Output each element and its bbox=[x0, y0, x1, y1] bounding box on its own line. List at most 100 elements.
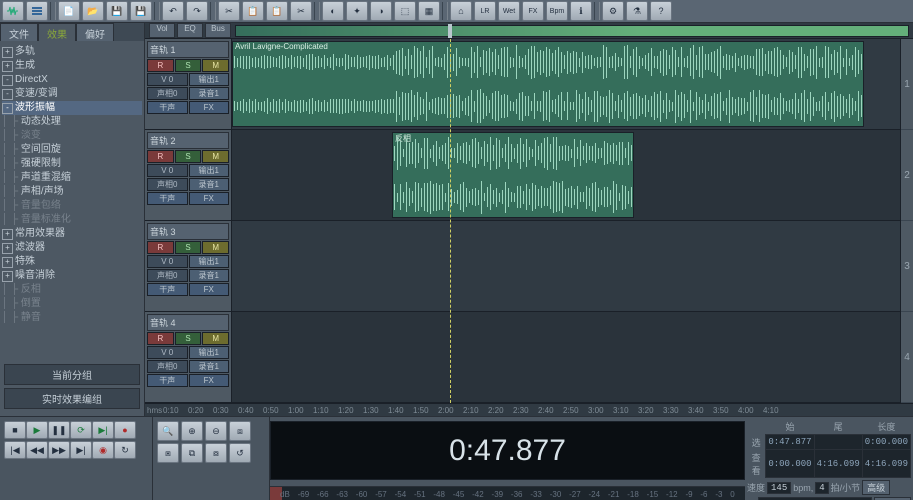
undo-icon[interactable]: ↶ bbox=[162, 1, 184, 21]
dry-chip[interactable]: 干声 bbox=[147, 192, 188, 205]
record-arm-button[interactable]: ◉ bbox=[92, 441, 114, 459]
paste-icon[interactable]: 📋 bbox=[242, 1, 264, 21]
track-lanes[interactable]: Avril Lavigne-Complicated反相 bbox=[232, 39, 900, 403]
tool-4-icon[interactable]: ⬚ bbox=[394, 1, 416, 21]
mute-chip[interactable]: M bbox=[202, 241, 229, 254]
tree-item[interactable]: │ ├ 淡变 bbox=[2, 129, 142, 143]
track-title[interactable]: 音轨 1 bbox=[147, 41, 229, 58]
tool-3-icon[interactable]: ◑ bbox=[370, 1, 392, 21]
rec-src-chip[interactable]: 录音1 bbox=[189, 269, 230, 282]
advanced-button[interactable]: 高级 bbox=[862, 480, 890, 495]
time-ruler[interactable]: hms0:100:200:300:400:501:001:101:201:301… bbox=[145, 403, 913, 416]
fx-chip[interactable]: FX bbox=[189, 283, 230, 296]
track-lane[interactable]: Avril Lavigne-Complicated bbox=[232, 39, 900, 130]
view-length[interactable]: 4:16.099 bbox=[862, 450, 910, 478]
volume-chip[interactable]: V 0 bbox=[147, 164, 188, 177]
stop-button[interactable]: ■ bbox=[4, 421, 26, 439]
zoom-full-icon[interactable]: ⧈ bbox=[229, 421, 251, 441]
sel-length[interactable]: 0:00.000 bbox=[862, 435, 910, 450]
mute-chip[interactable]: M bbox=[202, 59, 229, 72]
copy-icon[interactable]: ✂ bbox=[218, 1, 240, 21]
pan-chip[interactable]: 声相0 bbox=[147, 269, 188, 282]
loop-button[interactable]: ↻ bbox=[114, 441, 136, 459]
tab-file[interactable]: 文件 bbox=[0, 23, 38, 41]
master-bus-button[interactable]: Bus bbox=[205, 23, 231, 38]
track-title[interactable]: 音轨 4 bbox=[147, 314, 229, 331]
zoom-reset-icon[interactable]: ↺ bbox=[229, 443, 251, 463]
tool-2-icon[interactable]: ✦ bbox=[346, 1, 368, 21]
view-begin[interactable]: 0:00.000 bbox=[766, 450, 814, 478]
tree-item[interactable]: │ ├ 静音 bbox=[2, 311, 142, 325]
group-current-button[interactable]: 当前分组 bbox=[4, 364, 140, 385]
track-lane[interactable] bbox=[232, 221, 900, 312]
master-vol-button[interactable]: Vol bbox=[149, 23, 175, 38]
effects-tree[interactable]: +多轨+生成-DirectX-变速/变调-波形振幅│ ├ 动态处理│ ├ 淡变│… bbox=[0, 41, 144, 360]
mute-chip[interactable]: M bbox=[202, 150, 229, 163]
waveform-view-icon[interactable] bbox=[2, 1, 24, 21]
redo-icon[interactable]: ↷ bbox=[186, 1, 208, 21]
play-loop-button[interactable]: ⟳ bbox=[70, 421, 92, 439]
help-icon[interactable]: ? bbox=[650, 1, 672, 21]
zoom-in-right-icon[interactable]: ⧇ bbox=[205, 443, 227, 463]
btn-fx-icon[interactable]: FX bbox=[522, 1, 544, 21]
new-file-icon[interactable]: 📄 bbox=[58, 1, 80, 21]
tree-item[interactable]: │ ├ 动态处理 bbox=[2, 115, 142, 129]
realtime-fx-group-button[interactable]: 实时效果编组 bbox=[4, 388, 140, 409]
rewind-button[interactable]: ◀◀ bbox=[26, 441, 48, 459]
fx-chip[interactable]: FX bbox=[189, 101, 230, 114]
track-title[interactable]: 音轨 3 bbox=[147, 223, 229, 240]
solo-chip[interactable]: S bbox=[175, 332, 202, 345]
tree-item[interactable]: +常用效果器 bbox=[2, 227, 142, 241]
pause-button[interactable]: ❚❚ bbox=[48, 421, 70, 439]
output-chip[interactable]: 输出1 bbox=[189, 346, 230, 359]
pan-chip[interactable]: 声相0 bbox=[147, 178, 188, 191]
go-start-button[interactable]: |◀ bbox=[4, 441, 26, 459]
view-end[interactable]: 4:16.099 bbox=[814, 450, 862, 478]
record-arm-chip[interactable]: R bbox=[147, 59, 174, 72]
output-chip[interactable]: 输出1 bbox=[189, 73, 230, 86]
tree-item[interactable]: │ ├ 反相 bbox=[2, 283, 142, 297]
tree-item[interactable]: -波形振幅 bbox=[2, 101, 142, 115]
tree-item[interactable]: +滤波器 bbox=[2, 241, 142, 255]
volume-chip[interactable]: V 0 bbox=[147, 346, 188, 359]
tree-item[interactable]: │ ├ 倒置 bbox=[2, 297, 142, 311]
output-chip[interactable]: 输出1 bbox=[189, 255, 230, 268]
zoom-in-left-icon[interactable]: ⧉ bbox=[181, 443, 203, 463]
pan-chip[interactable]: 声相0 bbox=[147, 87, 188, 100]
rec-src-chip[interactable]: 录音1 bbox=[189, 360, 230, 373]
tree-item[interactable]: -DirectX bbox=[2, 73, 142, 87]
rec-src-chip[interactable]: 录音1 bbox=[189, 178, 230, 191]
save-icon[interactable]: 💾 bbox=[106, 1, 128, 21]
dry-chip[interactable]: 干声 bbox=[147, 374, 188, 387]
dry-chip[interactable]: 干声 bbox=[147, 101, 188, 114]
save-all-icon[interactable]: 💾 bbox=[130, 1, 152, 21]
mix-paste-icon[interactable]: 📋 bbox=[266, 1, 288, 21]
fx-chip[interactable]: FX bbox=[189, 192, 230, 205]
panel-1-icon[interactable]: ⌂ bbox=[450, 1, 472, 21]
rec-src-chip[interactable]: 录音1 bbox=[189, 87, 230, 100]
zoom-sel-icon[interactable]: ⧆ bbox=[157, 443, 179, 463]
settings-icon[interactable]: ⚙ bbox=[602, 1, 624, 21]
btn-lr-icon[interactable]: LR bbox=[474, 1, 496, 21]
beats-value[interactable]: 4 bbox=[815, 482, 828, 494]
zoom-out-icon[interactable]: ⊖ bbox=[205, 421, 227, 441]
master-timeline[interactable] bbox=[235, 25, 909, 37]
tree-item[interactable]: +生成 bbox=[2, 59, 142, 73]
output-chip[interactable]: 输出1 bbox=[189, 164, 230, 177]
scripts-icon[interactable]: ⚗ bbox=[626, 1, 648, 21]
solo-chip[interactable]: S bbox=[175, 241, 202, 254]
tab-favorites[interactable]: 偏好 bbox=[76, 23, 114, 41]
dry-chip[interactable]: 干声 bbox=[147, 283, 188, 296]
tree-item[interactable]: +多轨 bbox=[2, 45, 142, 59]
tree-item[interactable]: │ ├ 声道重混缩 bbox=[2, 171, 142, 185]
trim-icon[interactable]: ✂ bbox=[290, 1, 312, 21]
btn-info-icon[interactable]: ℹ bbox=[570, 1, 592, 21]
open-file-icon[interactable]: 📂 bbox=[82, 1, 104, 21]
track-lane[interactable]: 反相 bbox=[232, 130, 900, 221]
record-arm-chip[interactable]: R bbox=[147, 241, 174, 254]
sel-end[interactable] bbox=[814, 435, 862, 450]
tree-item[interactable]: +特殊 bbox=[2, 255, 142, 269]
zoom-in-icon[interactable]: ⊕ bbox=[181, 421, 203, 441]
record-arm-chip[interactable]: R bbox=[147, 150, 174, 163]
pan-chip[interactable]: 声相0 bbox=[147, 360, 188, 373]
